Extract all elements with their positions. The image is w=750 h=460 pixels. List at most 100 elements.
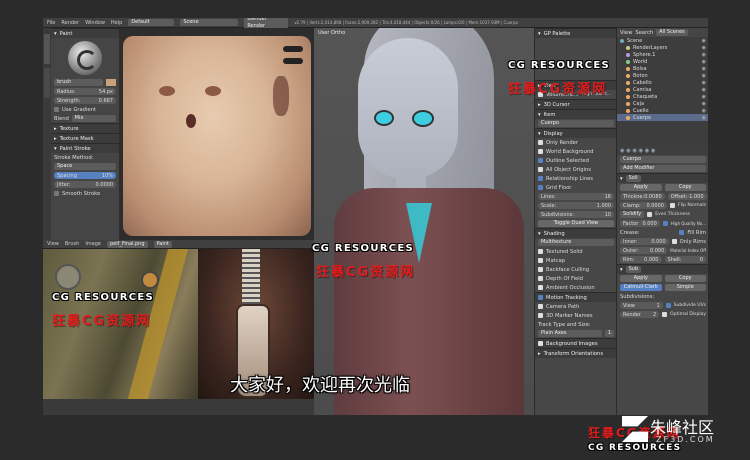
- smooth-stroke-checkbox[interactable]: [54, 191, 59, 196]
- track-size-field[interactable]: 1: [604, 330, 614, 337]
- tab-options[interactable]: [44, 68, 50, 98]
- offset-field[interactable]: Offset: -1.000: [667, 193, 707, 200]
- outliner-item[interactable]: RenderLayers ◉: [617, 44, 708, 51]
- gp-palette-header[interactable]: ▾ GP Palette: [535, 28, 617, 38]
- vertex-group-field[interactable]: Solidify: [620, 211, 645, 218]
- depth-of-field-checkbox[interactable]: [538, 276, 543, 281]
- scene-selector[interactable]: Scene: [180, 19, 239, 26]
- subdivisions-field[interactable]: Subdivisions: 10: [538, 211, 614, 218]
- marker-names-checkbox[interactable]: [538, 313, 543, 318]
- simple-button[interactable]: Simple: [664, 284, 706, 291]
- solidify-modifier-name[interactable]: Soli: [625, 175, 641, 182]
- catmull-clark-button[interactable]: Catmull-Clark: [620, 284, 662, 291]
- visibility-eye-icon[interactable]: ◉: [702, 45, 706, 51]
- all-object-origins-checkbox[interactable]: [538, 167, 543, 172]
- even-thickness-checkbox[interactable]: [647, 212, 653, 217]
- smooth-stroke-toggle[interactable]: Smooth Stroke: [51, 189, 119, 198]
- apply-button-1[interactable]: Apply: [620, 184, 662, 191]
- relationship-lines-toggle[interactable]: Relationship Lines: [535, 174, 617, 183]
- menu-help[interactable]: Help: [111, 20, 122, 26]
- properties-tabs-icons[interactable]: ◉ ◉ ◉ ◉ ◉ ◉: [620, 148, 655, 154]
- blend-selector[interactable]: Mix: [71, 115, 116, 122]
- shading-selector[interactable]: Multitexture: [538, 239, 614, 246]
- outliner-item[interactable]: Scene ◉: [617, 37, 708, 44]
- menu-file[interactable]: File: [47, 20, 55, 26]
- subsurf-modifier-name[interactable]: Sub: [625, 266, 642, 273]
- use-gradient-checkbox[interactable]: [54, 107, 59, 112]
- flip-normals-checkbox[interactable]: [669, 203, 675, 208]
- background-images-section[interactable]: Background Images: [535, 338, 617, 348]
- thickness-field[interactable]: Thickne: 0.0080: [620, 193, 665, 200]
- outliner-view-menu[interactable]: View: [620, 30, 632, 36]
- 3d-viewport[interactable]: User Ortho: [314, 28, 534, 415]
- depth-of-field-toggle[interactable]: Depth Of Field: [535, 274, 617, 283]
- visibility-eye-icon[interactable]: ◉: [702, 108, 706, 114]
- render-levels-field[interactable]: Render 2: [620, 311, 660, 318]
- visibility-eye-icon[interactable]: ◉: [702, 80, 706, 86]
- motion-tracking-checkbox[interactable]: [538, 295, 543, 300]
- scale-field[interactable]: Scale: 1.000: [538, 202, 614, 209]
- outliner-item[interactable]: Sphere.1 ◉: [617, 51, 708, 58]
- paint-panel-header[interactable]: ▾ Paint: [51, 28, 119, 38]
- outliner-item[interactable]: Cuello ◉: [617, 107, 708, 114]
- object-name-field[interactable]: Cuerpo: [620, 156, 706, 163]
- solidify-modifier-header[interactable]: ▾ Soli: [617, 173, 708, 183]
- relationship-lines-checkbox[interactable]: [538, 176, 543, 181]
- image-menu-brush[interactable]: Brush: [65, 241, 79, 247]
- outliner-item[interactable]: Bolsa ◉: [617, 65, 708, 72]
- brush-preview[interactable]: [68, 41, 102, 75]
- add-modifier-button[interactable]: Add Modifier: [620, 165, 706, 172]
- grid-floor-checkbox[interactable]: [538, 185, 543, 190]
- all-object-origins-toggle[interactable]: All Object Origins: [535, 165, 617, 174]
- item-section[interactable]: ▾ Item: [535, 109, 617, 119]
- motion-tracking-section[interactable]: Motion Tracking: [535, 292, 617, 302]
- textured-solid-checkbox[interactable]: [538, 249, 543, 254]
- tab-tools[interactable]: [44, 34, 50, 64]
- outliner-item[interactable]: Camisa ◉: [617, 86, 708, 93]
- copy-button-2[interactable]: Copy: [664, 275, 706, 282]
- transform-orientations-section[interactable]: ▸ Transform Orientations: [535, 348, 617, 358]
- backface-culling-toggle[interactable]: Backface Culling: [535, 265, 617, 274]
- visibility-eye-icon[interactable]: ◉: [702, 38, 706, 44]
- outer-field[interactable]: Outer: 0.000: [620, 247, 668, 254]
- fill-rim-checkbox[interactable]: [679, 230, 685, 235]
- texture-section[interactable]: ▸ Texture: [51, 123, 119, 133]
- visibility-eye-icon[interactable]: ◉: [702, 94, 706, 100]
- strength-slider[interactable]: Strength: 0.667: [54, 97, 116, 104]
- copy-button-1[interactable]: Copy: [664, 184, 706, 191]
- visibility-eye-icon[interactable]: ◉: [702, 59, 706, 65]
- camera-path-toggle[interactable]: Camera Path: [535, 302, 617, 311]
- outliner-item[interactable]: Cuerpo ◉: [617, 114, 708, 121]
- background-images-checkbox[interactable]: [538, 341, 543, 346]
- image-name-field[interactable]: pelf_Final.png: [106, 240, 148, 248]
- grid-floor-toggle[interactable]: Grid Floor: [535, 183, 617, 192]
- visibility-eye-icon[interactable]: ◉: [702, 73, 706, 79]
- outline-selected-toggle[interactable]: Outline Selected: [535, 156, 617, 165]
- only-render-toggle[interactable]: Only Render: [535, 138, 617, 147]
- image-menu-view[interactable]: View: [47, 241, 59, 247]
- view-levels-field[interactable]: View 1: [620, 302, 663, 309]
- menu-window[interactable]: Window: [85, 20, 105, 26]
- visibility-eye-icon[interactable]: ◉: [702, 101, 706, 107]
- textured-solid-toggle[interactable]: Textured Solid: [535, 247, 617, 256]
- brush-name[interactable]: brush: [54, 79, 103, 86]
- outliner-item[interactable]: Cabello ◉: [617, 79, 708, 86]
- toggle-quad-view-button[interactable]: Toggle Quad View: [538, 220, 614, 227]
- only-rims-checkbox[interactable]: [671, 239, 677, 244]
- jitter-slider[interactable]: Jitter: 0.0000: [54, 181, 116, 188]
- texture-mask-section[interactable]: ▸ Texture Mask: [51, 133, 119, 143]
- ambient-occlusion-toggle[interactable]: Ambient Occlusion: [535, 283, 617, 292]
- world-background-checkbox[interactable]: [538, 149, 543, 154]
- only-render-checkbox[interactable]: [538, 140, 543, 145]
- clamp-field[interactable]: Clamp: 0.0000: [620, 202, 667, 209]
- layout-selector[interactable]: Default: [128, 19, 175, 26]
- outliner-item[interactable]: Chaqueta ◉: [617, 93, 708, 100]
- visibility-eye-icon[interactable]: ◉: [702, 87, 706, 93]
- image-menu-image[interactable]: Image: [85, 241, 101, 247]
- menu-render[interactable]: Render: [61, 20, 79, 26]
- track-type-selector[interactable]: Plain Axes: [538, 330, 602, 337]
- uv-texture-image[interactable]: [119, 28, 314, 240]
- backface-culling-checkbox[interactable]: [538, 267, 543, 272]
- apply-button-2[interactable]: Apply: [620, 275, 662, 282]
- color-swatch[interactable]: [106, 79, 116, 86]
